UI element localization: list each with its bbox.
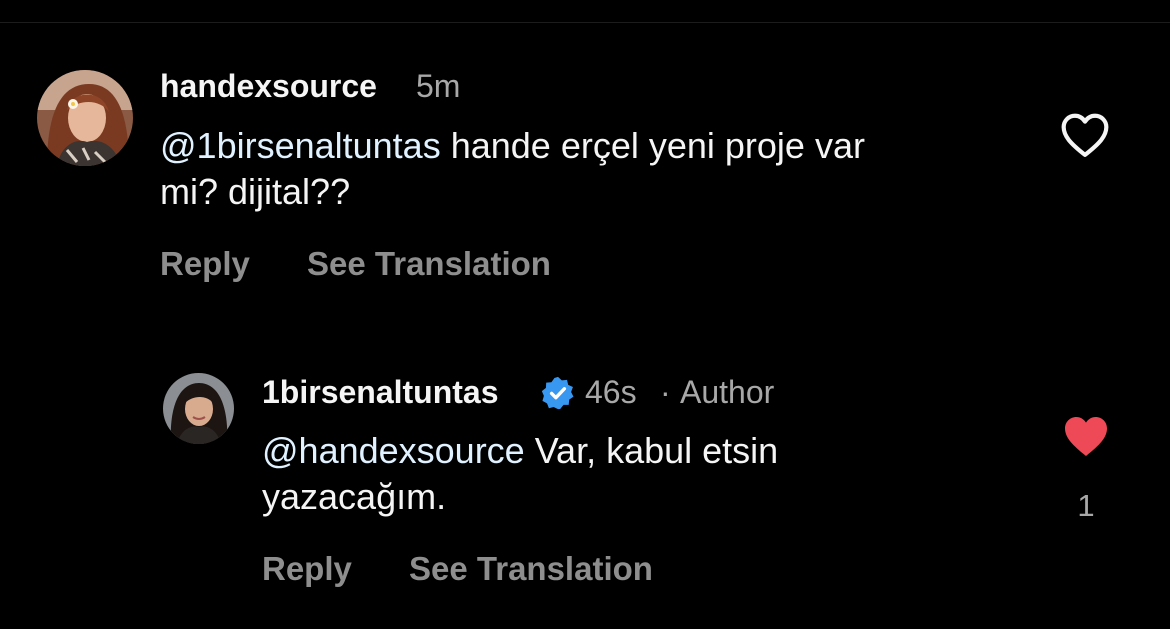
reply-text: @handexsource Var, kabul etsin yazacağım…: [262, 428, 1022, 520]
author-badge: Author: [680, 374, 775, 410]
reply-button[interactable]: Reply: [160, 245, 250, 283]
comments-thread: handexsource 5m @1birsenaltuntas hande e…: [0, 0, 1170, 629]
reply-like-count[interactable]: 1: [1066, 488, 1106, 524]
verified-badge-icon: [541, 376, 575, 410]
divider: [0, 22, 1170, 23]
avatar[interactable]: [37, 70, 133, 166]
heart-outline-icon: [1061, 113, 1109, 157]
reply-avatar[interactable]: [163, 373, 234, 444]
reply-text-line2: yazacağım.: [262, 476, 447, 517]
reply-timestamp: 46s: [585, 374, 637, 410]
like-button[interactable]: [1058, 112, 1112, 158]
comment-timestamp: 5m: [416, 68, 461, 104]
comment-text-line1: hande erçel yeni proje var: [440, 125, 865, 166]
meta-separator: ·: [660, 374, 671, 410]
comment-text-line2: mi? dijital??: [160, 171, 351, 212]
reply-reply-button[interactable]: Reply: [262, 550, 352, 588]
reply-like-button[interactable]: [1060, 414, 1112, 458]
comment-text: @1birsenaltuntas hande erçel yeni proje …: [160, 123, 1040, 215]
see-translation-button[interactable]: See Translation: [307, 245, 551, 283]
heart-filled-icon: [1065, 417, 1107, 456]
reply-text-line1: Var, kabul etsin: [524, 430, 779, 471]
comment-mention[interactable]: @1birsenaltuntas: [160, 125, 441, 166]
comment-username[interactable]: handexsource: [160, 68, 377, 105]
reply-username[interactable]: 1birsenaltuntas: [262, 374, 499, 411]
reply-mention[interactable]: @handexsource: [262, 430, 525, 471]
reply-see-translation-button[interactable]: See Translation: [409, 550, 653, 588]
